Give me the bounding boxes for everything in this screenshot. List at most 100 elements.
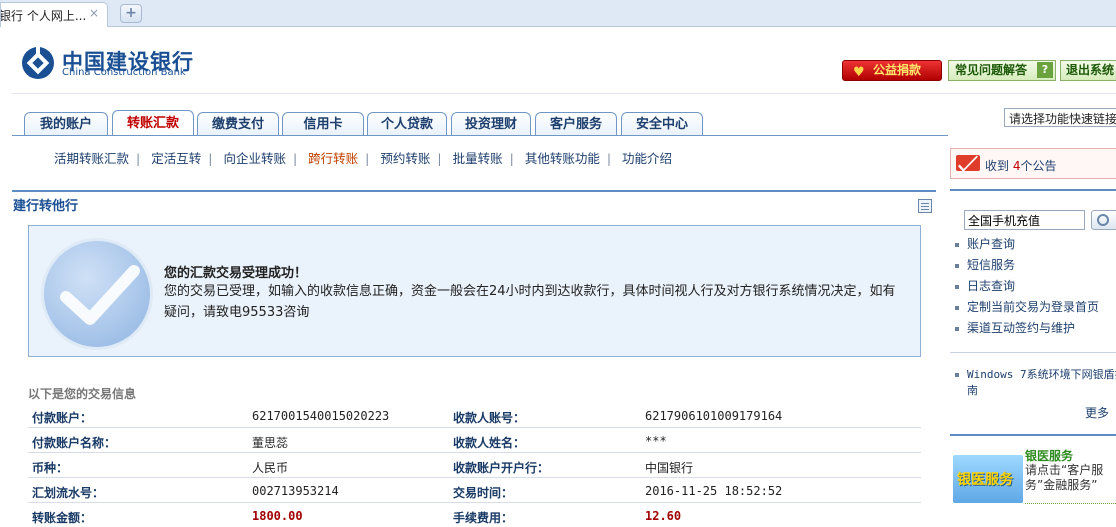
checkmark-icon: [41, 238, 153, 350]
table-row: 汇划流水号： 002713953214 交易时间： 2016-11-25 18:…: [28, 478, 921, 503]
faq-button-label: 常见问题解答: [955, 63, 1028, 77]
sidebar-link-label: 账户查询: [967, 237, 1016, 251]
header-divider: [12, 93, 1116, 94]
row-label: 汇划流水号：: [32, 486, 105, 500]
sidebar-link-set-homepage[interactable]: 定制当前交易为登录首页: [955, 298, 1099, 315]
sidebar-link-account-query[interactable]: 账户查询: [955, 235, 1015, 252]
notice-prefix: 收到: [985, 159, 1010, 173]
tab-investment[interactable]: 投资理财: [451, 112, 531, 135]
tab-transfer[interactable]: 转账汇款: [112, 110, 194, 135]
table-row: 转账金额： 1800.00 手续费用： 12.60: [28, 503, 921, 527]
quick-link-select[interactable]: 请选择功能快速链接: [1004, 108, 1116, 127]
bullet-icon: [955, 326, 959, 331]
sidebar-link-log-query[interactable]: 日志查询: [955, 277, 1015, 294]
subnav-separator: |: [292, 151, 298, 166]
ccb-logo-icon: [22, 46, 54, 79]
charity-button[interactable]: ♥ 公益捐款: [842, 60, 942, 81]
new-tab-button[interactable]: +: [120, 4, 142, 23]
faq-button[interactable]: 常见问题解答 ?: [948, 60, 1056, 81]
help-icon: ?: [1037, 62, 1053, 78]
mail-icon: [956, 155, 980, 171]
sidebar-link-label: 短信服务: [967, 258, 1016, 272]
row-value: 002713953214: [252, 484, 339, 498]
sidebar-search-input[interactable]: [964, 210, 1085, 230]
promo-desc: 请点击“客户服务”金融服务”: [1025, 463, 1104, 492]
row-label: 转账金额：: [32, 511, 93, 525]
success-title: 您的汇款交易受理成功！: [164, 266, 308, 281]
row-label: 交易时间：: [453, 486, 514, 500]
row-value: 中国银行: [645, 461, 694, 475]
sidebar-link-label: 日志查询: [967, 279, 1016, 293]
section-divider: [12, 190, 936, 192]
section-title: 建行转他行: [13, 199, 79, 214]
transfer-amount: 1800.00: [252, 509, 303, 523]
tab-credit-card[interactable]: 信用卡: [282, 112, 364, 135]
tab-customer-service[interactable]: 客户服务: [535, 112, 617, 135]
sidebar-link-sms[interactable]: 短信服务: [955, 256, 1015, 273]
medical-service-banner[interactable]: 银医服务: [953, 455, 1023, 503]
subnav-item-interbank[interactable]: 跨行转账: [308, 148, 358, 167]
sidebar-link-label: 定制当前交易为登录首页: [967, 300, 1100, 314]
charity-button-label: 公益捐款: [873, 63, 922, 77]
sidebar-divider: [950, 434, 1116, 436]
promo-title[interactable]: 银医服务: [1025, 447, 1073, 464]
browser-tab-title: 银行 个人网上...: [0, 9, 87, 23]
row-value: 6217906101009179164: [645, 409, 783, 423]
bank-name-en: China Construction Bank: [62, 67, 186, 78]
subnav-separator: |: [365, 151, 370, 166]
success-message: 您的交易已受理，如输入的收款信息正确，资金一般会在24小时内到达收款行，具体时间…: [164, 284, 896, 320]
row-value: ***: [645, 434, 667, 448]
subnav-separator: |: [509, 151, 514, 166]
fee-amount: 12.60: [645, 509, 682, 523]
heart-icon: ♥: [853, 65, 865, 80]
row-value: 2016-11-25 18:52:52: [645, 484, 783, 498]
bullet-icon: [955, 284, 959, 289]
row-label: 收款账户开户行：: [453, 461, 550, 475]
promo-divider: [1025, 503, 1116, 504]
subnav-separator: |: [136, 151, 141, 166]
sidebar-divider: [950, 189, 1116, 191]
table-row: 付款账户名称： 董思蕊 收款人姓名： ***: [28, 428, 921, 453]
print-icon[interactable]: [918, 199, 932, 213]
news-text: Windows 7系统环境下网银盾指南: [967, 368, 1116, 397]
sub-nav: 活期转账汇款 | 定活互转 | 向企业转账 | 跨行转账 | 预约转账 | 批量转账 | 其…: [54, 148, 672, 167]
success-panel: 您的汇款交易受理成功！ 您的交易已受理，如输入的收款信息正确，资金一般会在24小…: [28, 225, 921, 357]
bullet-icon: [955, 373, 959, 377]
row-value: 6217001540015020223: [252, 409, 390, 423]
subnav-item-batch[interactable]: 批量转账: [453, 148, 503, 167]
row-label: 付款账户：: [32, 411, 93, 425]
browser-tab-bar: 银行 个人网上... × +: [0, 0, 1116, 27]
table-row: 币种： 人民币 收款账户开户行： 中国银行: [28, 453, 921, 478]
subnav-separator: |: [208, 151, 213, 166]
tab-my-account[interactable]: 我的账户: [24, 112, 108, 135]
exit-button[interactable]: 退出系统: [1060, 60, 1116, 81]
row-label: 收款人账号：: [453, 411, 526, 425]
search-icon[interactable]: [1091, 210, 1116, 230]
row-label: 收款人姓名：: [453, 436, 526, 450]
sidebar-link-channel[interactable]: 渠道互动签约与维护: [955, 319, 1075, 336]
more-link[interactable]: 更多: [1085, 404, 1109, 421]
banner-text: 银医服务: [957, 472, 1013, 488]
subnav-item-fixed-current[interactable]: 定活互转: [151, 148, 201, 167]
subnav-item-intro[interactable]: 功能介绍: [622, 148, 672, 167]
subnav-item-other[interactable]: 其他转账功能: [525, 148, 600, 167]
table-row: 付款账户： 6217001540015020223 收款人账号： 6217906…: [28, 403, 921, 428]
bullet-icon: [955, 242, 959, 247]
tab-loans[interactable]: 个人贷款: [367, 112, 447, 135]
notice-suffix: 个公告: [1020, 159, 1057, 173]
subnav-separator: |: [437, 151, 442, 166]
subnav-separator: |: [606, 151, 612, 166]
row-value: 人民币: [252, 461, 289, 475]
bullet-icon: [955, 305, 959, 310]
row-label: 币种：: [32, 461, 69, 475]
close-icon[interactable]: ×: [89, 6, 99, 20]
row-value: 董思蕊: [252, 436, 289, 450]
tab-security[interactable]: 安全中心: [621, 112, 703, 135]
browser-tab[interactable]: 银行 个人网上... ×: [0, 2, 108, 27]
subnav-item-current-transfer[interactable]: 活期转账汇款: [54, 148, 129, 167]
tab-payment[interactable]: 缴费支付: [197, 112, 279, 135]
nav-divider: [12, 135, 948, 136]
subnav-item-to-enterprise[interactable]: 向企业转账: [223, 148, 286, 167]
subnav-item-scheduled[interactable]: 预约转账: [380, 148, 430, 167]
page: 银行 个人网上... × + 中国建设银行 China Construction…: [0, 0, 1116, 527]
